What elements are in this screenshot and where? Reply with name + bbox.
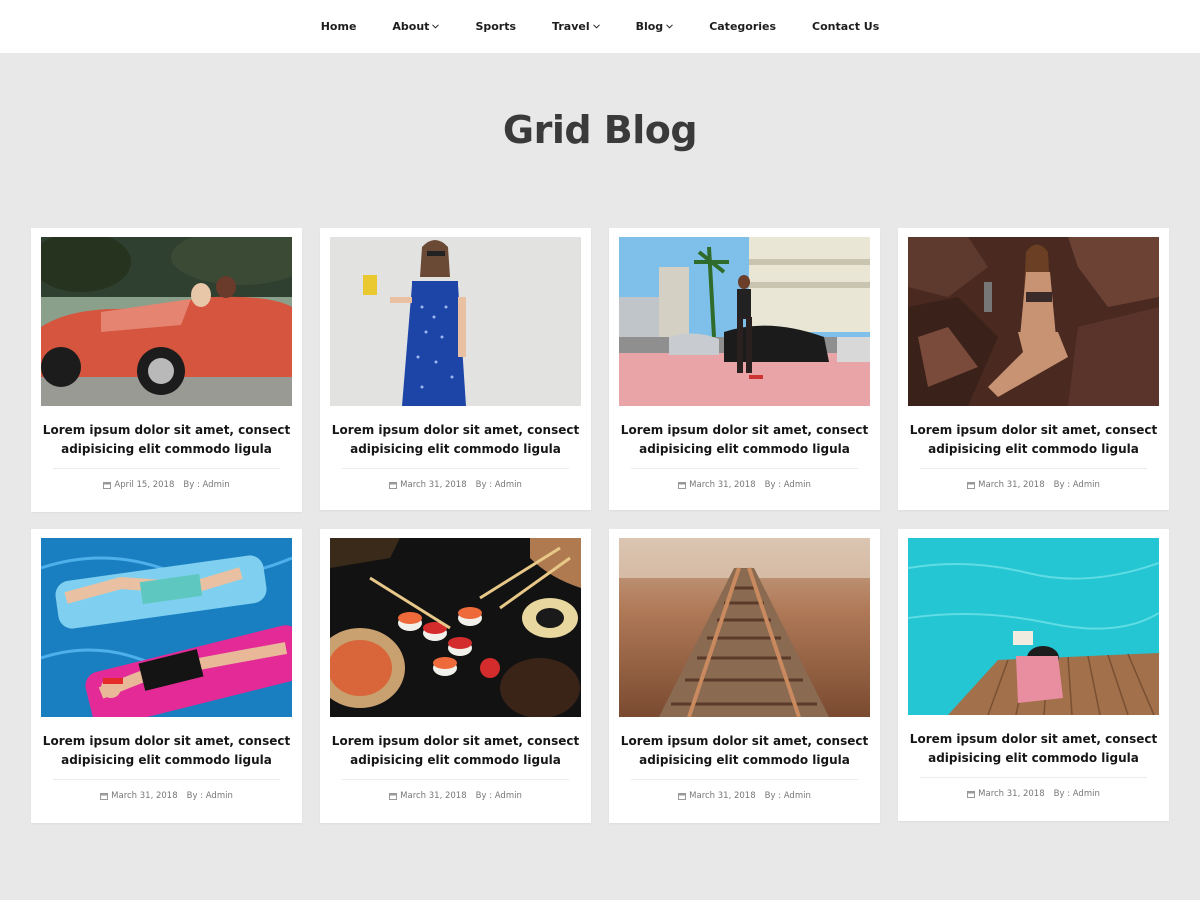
post-date: March 31, 2018 <box>400 791 467 801</box>
post-title[interactable]: Lorem ipsum dolor sit amet, consect adip… <box>619 732 870 770</box>
blog-post-card[interactable]: Lorem ipsum dolor sit amet, consect adip… <box>31 228 302 512</box>
chevron-down-icon <box>666 24 674 29</box>
card-divider <box>53 779 280 780</box>
blog-post-card[interactable]: Lorem ipsum dolor sit amet, consect adip… <box>320 529 591 823</box>
nav-item-label: About <box>392 20 430 33</box>
post-meta: April 15, 2018 By : Admin <box>31 480 302 490</box>
post-author[interactable]: By : Admin <box>187 791 233 801</box>
main-menu: Home About Sports Travel Blog Categories… <box>303 20 898 33</box>
calendar-icon <box>389 793 398 800</box>
post-meta: March 31, 2018 By : Admin <box>898 480 1169 490</box>
post-date: March 31, 2018 <box>978 789 1045 799</box>
nav-item-categories[interactable]: Categories <box>709 20 776 33</box>
top-navigation-bar: Home About Sports Travel Blog Categories… <box>0 0 1200 53</box>
post-author[interactable]: By : Admin <box>476 480 522 490</box>
post-author[interactable]: By : Admin <box>1054 789 1100 799</box>
blog-post-card[interactable]: Lorem ipsum dolor sit amet, consect adip… <box>609 529 880 823</box>
post-title[interactable]: Lorem ipsum dolor sit amet, consect adip… <box>330 421 581 459</box>
calendar-icon <box>678 482 687 489</box>
nav-item-label: Categories <box>709 20 777 33</box>
calendar-icon <box>389 482 398 489</box>
post-meta: March 31, 2018 By : Admin <box>31 791 302 801</box>
post-author[interactable]: By : Admin <box>765 480 811 490</box>
post-thumbnail[interactable] <box>330 538 581 717</box>
card-divider <box>342 468 569 469</box>
post-date: March 31, 2018 <box>400 480 467 490</box>
post-date: March 31, 2018 <box>978 480 1045 490</box>
post-author[interactable]: By : Admin <box>1054 480 1100 490</box>
nav-item-label: Blog <box>635 20 664 33</box>
nav-item-label: Travel <box>552 20 590 33</box>
blog-post-card[interactable]: Lorem ipsum dolor sit amet, consect adip… <box>609 228 880 510</box>
blog-post-card[interactable]: Lorem ipsum dolor sit amet, consect adip… <box>31 529 302 823</box>
post-thumbnail[interactable] <box>908 237 1159 406</box>
card-divider <box>631 779 858 780</box>
post-author[interactable]: By : Admin <box>476 791 522 801</box>
post-meta: March 31, 2018 By : Admin <box>609 480 880 490</box>
nav-item-about[interactable]: About <box>392 20 440 33</box>
nav-item-label: Contact Us <box>812 20 880 33</box>
post-thumbnail[interactable] <box>41 538 292 717</box>
post-meta: March 31, 2018 By : Admin <box>320 480 591 490</box>
post-title[interactable]: Lorem ipsum dolor sit amet, consect adip… <box>41 421 292 459</box>
nav-item-label: Home <box>320 20 357 33</box>
chevron-down-icon <box>592 24 600 29</box>
card-divider <box>342 779 569 780</box>
post-date: March 31, 2018 <box>689 791 756 801</box>
card-divider <box>920 777 1147 778</box>
post-date: April 15, 2018 <box>114 480 175 490</box>
blog-post-card[interactable]: Lorem ipsum dolor sit amet, consect adip… <box>320 228 591 510</box>
chevron-down-icon <box>432 24 440 29</box>
calendar-icon <box>967 791 976 798</box>
page-title: Grid Blog <box>502 108 698 152</box>
post-title[interactable]: Lorem ipsum dolor sit amet, consect adip… <box>908 730 1159 768</box>
card-divider <box>53 468 280 469</box>
post-meta: March 31, 2018 By : Admin <box>609 791 880 801</box>
nav-item-travel[interactable]: Travel <box>552 20 600 33</box>
post-thumbnail[interactable] <box>619 237 870 406</box>
post-thumbnail[interactable] <box>41 237 292 406</box>
post-meta: March 31, 2018 By : Admin <box>320 791 591 801</box>
post-title[interactable]: Lorem ipsum dolor sit amet, consect adip… <box>908 421 1159 459</box>
calendar-icon <box>967 482 976 489</box>
nav-item-home[interactable]: Home <box>321 20 357 33</box>
blog-post-card[interactable]: Lorem ipsum dolor sit amet, consect adip… <box>898 529 1169 821</box>
post-title[interactable]: Lorem ipsum dolor sit amet, consect adip… <box>619 421 870 459</box>
nav-item-label: Sports <box>475 20 517 33</box>
post-thumbnail[interactable] <box>619 538 870 717</box>
nav-item-contact-us[interactable]: Contact Us <box>812 20 879 33</box>
post-author[interactable]: By : Admin <box>765 791 811 801</box>
post-author[interactable]: By : Admin <box>183 480 229 490</box>
blog-post-card[interactable]: Lorem ipsum dolor sit amet, consect adip… <box>898 228 1169 510</box>
post-thumbnail[interactable] <box>330 237 581 406</box>
post-date: March 31, 2018 <box>689 480 756 490</box>
post-date: March 31, 2018 <box>111 791 178 801</box>
nav-item-blog[interactable]: Blog <box>636 20 674 33</box>
post-meta: March 31, 2018 By : Admin <box>898 789 1169 799</box>
card-divider <box>631 468 858 469</box>
post-title[interactable]: Lorem ipsum dolor sit amet, consect adip… <box>330 732 581 770</box>
calendar-icon <box>103 482 112 489</box>
post-thumbnail[interactable] <box>908 538 1159 715</box>
calendar-icon <box>678 793 687 800</box>
calendar-icon <box>100 793 109 800</box>
card-divider <box>920 468 1147 469</box>
post-title[interactable]: Lorem ipsum dolor sit amet, consect adip… <box>41 732 292 770</box>
nav-item-sports[interactable]: Sports <box>475 20 516 33</box>
